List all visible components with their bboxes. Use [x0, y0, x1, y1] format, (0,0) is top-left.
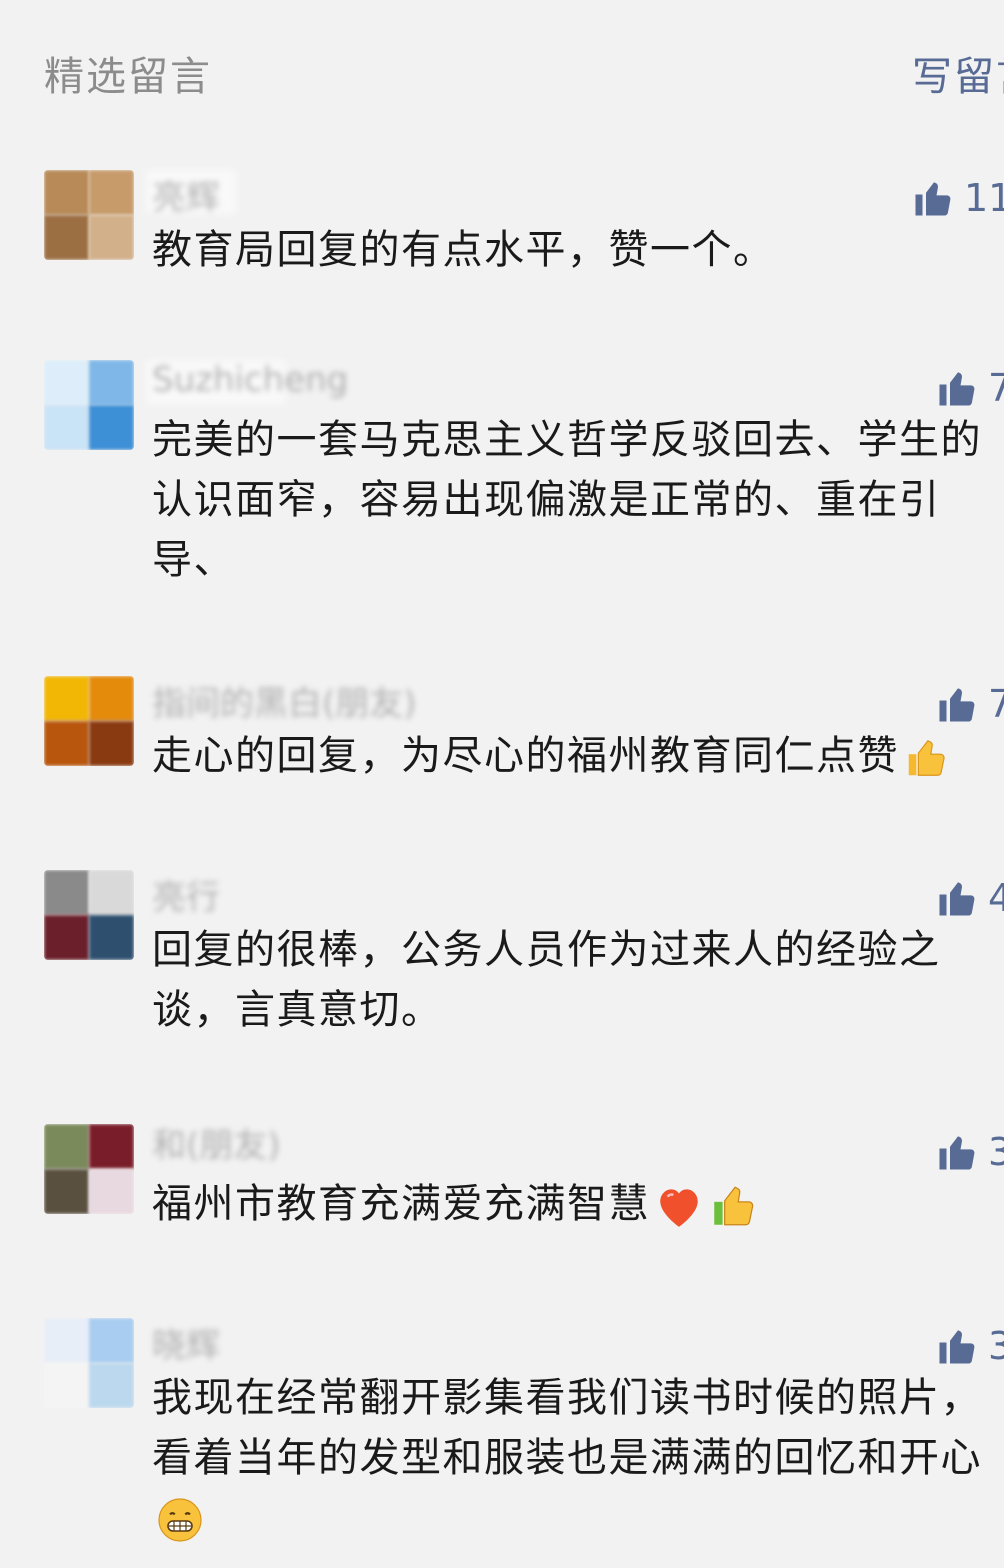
thumbs-up-emoji-icon: [714, 1186, 754, 1226]
like-count: 4: [988, 876, 1004, 920]
comment-text: 我现在经常翻开影集看我们读书时候的照片，看着当年的发型和服装也是满满的回忆和开心: [152, 1368, 1002, 1548]
like-count: 3: [988, 1130, 1004, 1174]
like-button[interactable]: 3: [936, 1130, 1004, 1174]
like-button[interactable]: 7: [936, 682, 1004, 726]
like-count: 7: [988, 366, 1004, 410]
thumbs-up-icon: [939, 372, 975, 406]
like-count: 3: [988, 1324, 1004, 1368]
nickname[interactable]: 亮辉: [152, 170, 220, 219]
like-count: 7: [988, 682, 1004, 726]
like-button[interactable]: 3: [936, 1324, 1004, 1368]
thumbs-up-icon: [939, 882, 975, 916]
nickname[interactable]: Suzhicheng: [152, 360, 348, 400]
like-button[interactable]: 4: [936, 876, 1004, 920]
nickname[interactable]: 指间的黑白(朋友): [152, 676, 417, 725]
thumbs-up-icon: [915, 182, 951, 216]
comment-text: 回复的很棒，公务人员作为过来人的经验之谈，言真意切。: [152, 927, 941, 1033]
heart-emoji-icon: [660, 1189, 698, 1227]
comments-header: 精选留言 写留言: [0, 0, 1004, 120]
like-button[interactable]: 11: [912, 176, 1004, 220]
section-title: 精选留言: [44, 54, 212, 100]
thumbs-up-icon: [939, 688, 975, 722]
comment-text: 完美的一套马克思主义哲学反驳回去、学生的认识面窄，容易出现偏激是正常的、重在引导…: [152, 417, 982, 583]
nickname[interactable]: 晓辉: [152, 1318, 220, 1367]
comment-text: 走心的回复，为尽心的福州教育同仁点赞: [152, 726, 1004, 786]
nickname[interactable]: 和(朋友): [152, 1118, 281, 1167]
like-button[interactable]: 7: [936, 366, 1004, 410]
like-count: 11: [964, 176, 1004, 220]
avatar[interactable]: [44, 676, 134, 766]
thumbs-up-icon: [939, 1330, 975, 1364]
avatar[interactable]: [44, 1124, 134, 1214]
write-comment-link[interactable]: 写留言: [912, 44, 1004, 102]
avatar[interactable]: [44, 1318, 134, 1408]
nickname[interactable]: 亮行: [152, 870, 220, 919]
grinning-face-emoji-icon: [158, 1498, 202, 1542]
thumbs-up-emoji-icon: [908, 740, 945, 776]
comment-text: 教育局回复的有点水平，赞一个。: [152, 227, 775, 273]
comments-page: 精选留言 写留言 亮辉 11 教育局回复的有点水平，赞一个。 Suzhichen…: [0, 0, 1004, 1568]
avatar[interactable]: [44, 170, 134, 260]
comment-text: 福州市教育充满爱充满智慧: [152, 1174, 1004, 1234]
thumbs-up-icon: [939, 1136, 975, 1170]
avatar[interactable]: [44, 360, 134, 450]
avatar[interactable]: [44, 870, 134, 960]
